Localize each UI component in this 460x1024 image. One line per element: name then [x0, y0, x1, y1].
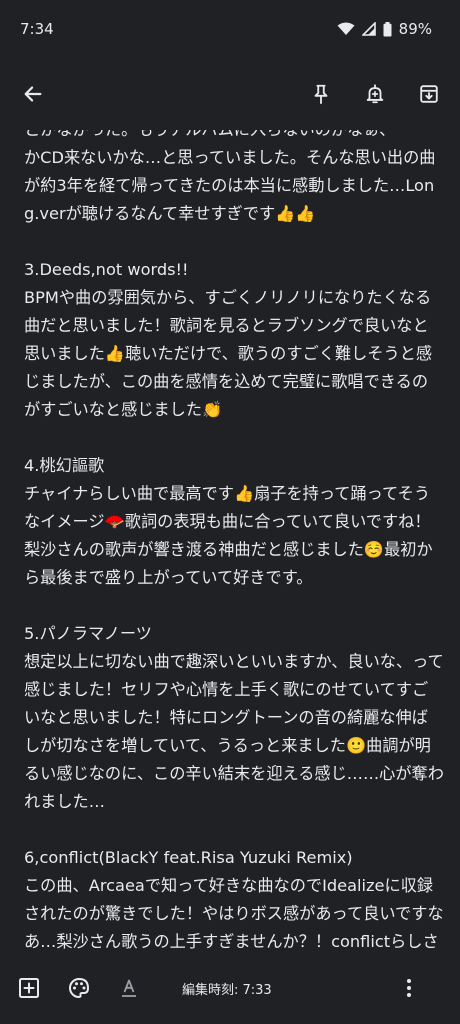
status-time: 7:34 — [20, 20, 54, 38]
add-box-icon — [19, 978, 39, 998]
bottom-toolbar: 編集時刻: 7:33 — [0, 952, 460, 1024]
text-format-button[interactable] — [114, 973, 144, 1003]
note-body-text[interactable]: とかなかった。もうアルバムに入らないのかなぁ、 かCD来ないかな…と思っていまし… — [24, 130, 444, 952]
battery-icon — [383, 21, 392, 36]
add-button[interactable] — [14, 973, 44, 1003]
pin-icon — [314, 84, 328, 105]
app-bar — [0, 58, 460, 130]
palette-button[interactable] — [64, 973, 94, 1003]
pin-button[interactable] — [306, 79, 336, 109]
more-vert-icon — [407, 979, 411, 997]
signal-icon — [361, 22, 376, 36]
battery-level: 89% — [398, 20, 432, 38]
back-button[interactable] — [18, 79, 48, 109]
arrow-back-icon — [24, 86, 42, 102]
reminder-button[interactable] — [360, 79, 390, 109]
archive-icon — [420, 85, 438, 103]
edited-time: 編集時刻: 7:33 — [182, 982, 272, 998]
status-icons: 89% — [337, 20, 432, 38]
status-bar: 7:34 89% — [0, 0, 460, 58]
text-format-icon — [122, 979, 136, 997]
app-bar-actions — [306, 79, 444, 109]
add-alert-icon — [366, 84, 384, 104]
more-options-button[interactable] — [394, 973, 424, 1003]
note-content[interactable]: とかなかった。もうアルバムに入らないのかなぁ、 かCD来ないかな…と思っていまし… — [0, 130, 460, 952]
wifi-icon — [337, 22, 355, 35]
palette-icon — [69, 978, 89, 998]
archive-button[interactable] — [414, 79, 444, 109]
